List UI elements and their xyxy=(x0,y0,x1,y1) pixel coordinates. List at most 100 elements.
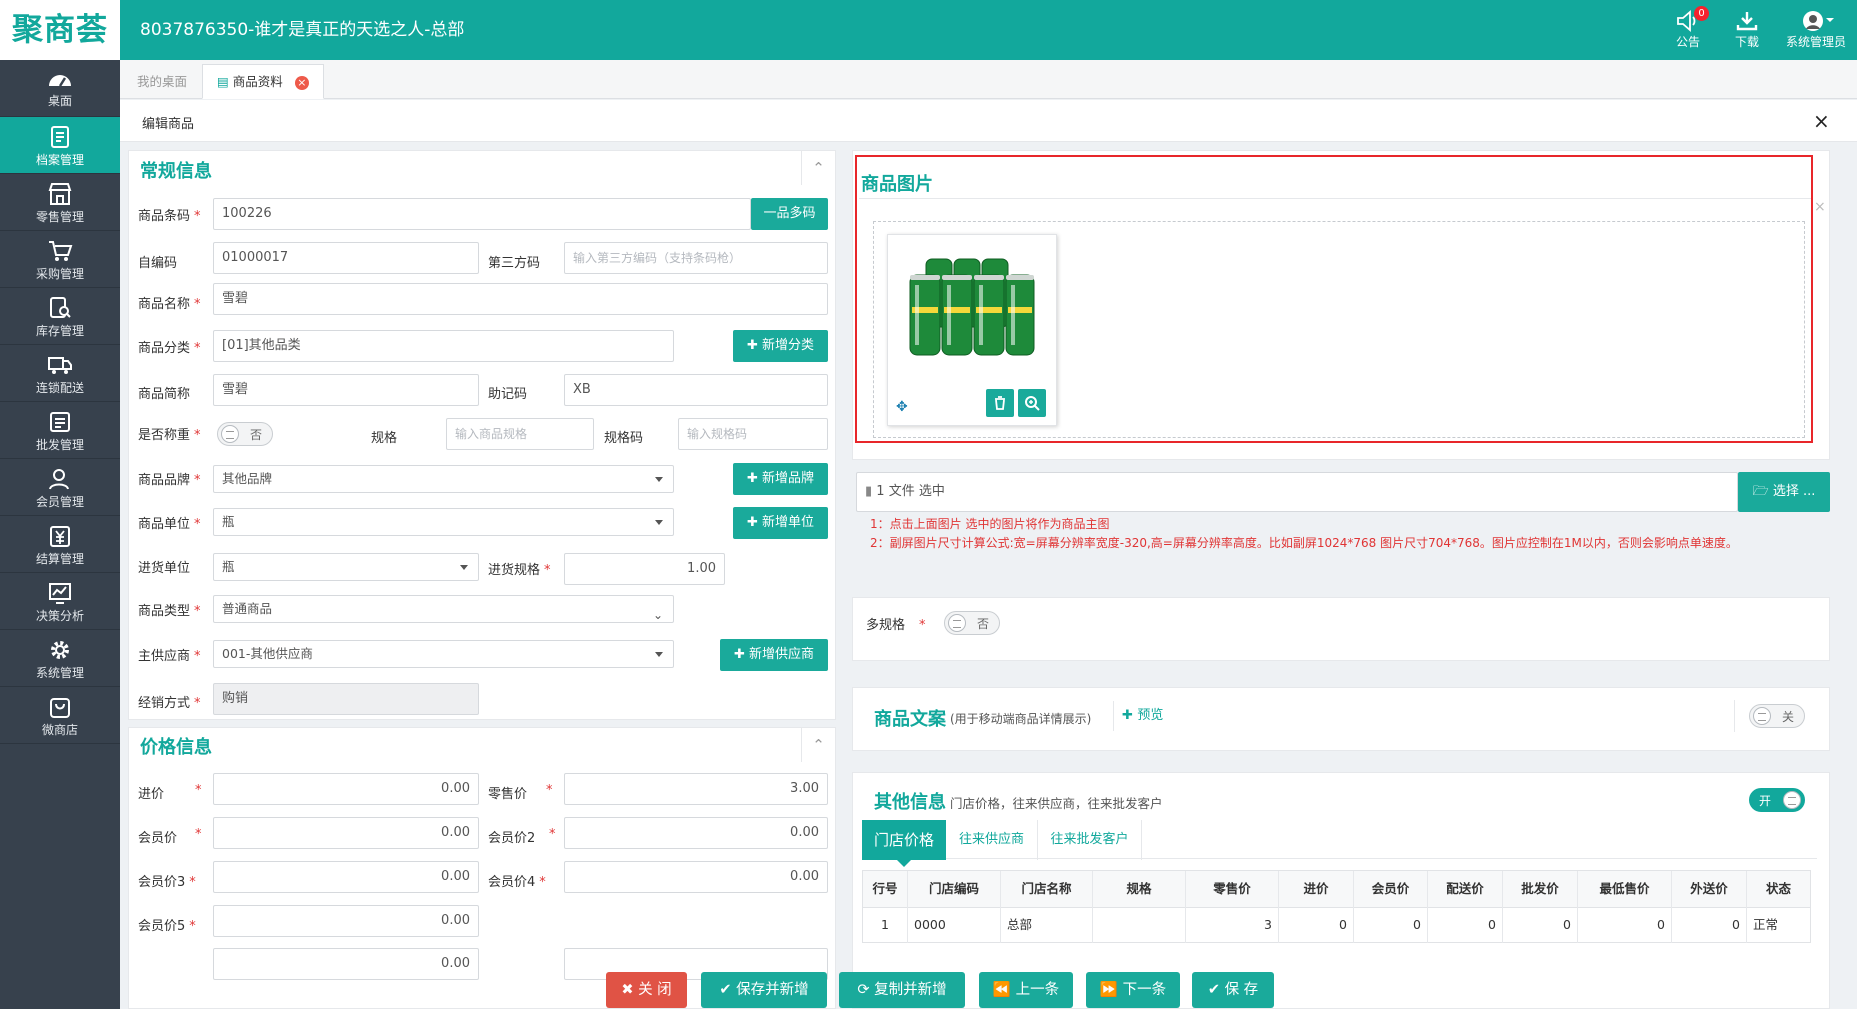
toggle-knob xyxy=(221,425,239,443)
tab-bar xyxy=(120,60,1857,99)
store-price-table: 行号 门店编码 门店名称 规格 零售价 进价 会员价 配送价 批发价 最低售价 … xyxy=(862,870,1811,943)
type-select[interactable]: 普通商品 ⌄ xyxy=(213,595,674,623)
app-title: 8037876350-谁才是真正的天选之人-总部 xyxy=(140,20,465,40)
own-code-input[interactable]: 01000017 xyxy=(213,242,479,274)
supplier-select[interactable]: 001-其他供应商 xyxy=(213,640,674,668)
mnemonic-input[interactable]: XB xyxy=(564,374,828,406)
collapse-price-icon[interactable]: ⌃ xyxy=(801,728,835,762)
required-mark: * xyxy=(195,827,202,842)
sidebar: 桌面 档案管理 零售管理 采购管理 库存管理 连锁配送 批发管理 会员管理 结算… xyxy=(0,60,120,1009)
spec-code-input[interactable]: 输入规格码 xyxy=(678,418,828,450)
copy-and-new-button[interactable]: ⟳ 复制并新增 xyxy=(839,972,965,1008)
category-input[interactable]: [01]其他品类 xyxy=(213,330,674,362)
copy-toggle[interactable]: 关 xyxy=(1749,704,1805,728)
spec-code-label: 规格码 xyxy=(604,431,644,446)
next-button[interactable]: ⏩ 下一条 xyxy=(1086,972,1180,1008)
type-label: 商品类型 * xyxy=(138,604,201,619)
member-price4-input[interactable]: 0.00 xyxy=(564,861,828,893)
sidebar-item-desktop[interactable]: 桌面 xyxy=(0,60,120,117)
next-price-input[interactable]: 0.00 xyxy=(213,948,479,980)
preview-button[interactable]: ✚ 预览 xyxy=(1113,701,1163,731)
sidebar-item-inventory[interactable]: 库存管理 xyxy=(0,288,120,345)
unit-label: 商品单位 * xyxy=(138,517,201,532)
other-info-toggle[interactable]: 开 xyxy=(1749,788,1805,812)
multi-code-button[interactable]: 一品多码 xyxy=(751,198,828,230)
zoom-image-button[interactable] xyxy=(1018,389,1046,417)
add-supplier-button[interactable]: ✚ 新增供应商 xyxy=(720,639,828,671)
column-header: 零售价 xyxy=(1186,871,1279,907)
zoom-icon xyxy=(1025,396,1040,411)
image-thumbnail-card[interactable]: ✥ xyxy=(887,234,1057,426)
tab-suppliers[interactable]: 往来供应商 xyxy=(946,820,1038,860)
inventory-icon xyxy=(50,297,71,318)
delete-image-button[interactable] xyxy=(986,389,1014,417)
plus-icon: ✚ xyxy=(746,338,762,353)
tab-close-icon[interactable]: × xyxy=(294,75,309,90)
sidebar-item-system[interactable]: 系统管理 xyxy=(0,630,120,687)
file-status-field: ▮ 1 文件 选中 xyxy=(856,472,1738,512)
tab-product-info[interactable]: ▤ 商品资料 × xyxy=(202,64,324,99)
unit-select[interactable]: 瓶 xyxy=(213,508,674,536)
table-cell: 0 xyxy=(1578,907,1672,943)
document-icon: ▤ xyxy=(217,74,229,89)
sidebar-item-settlement[interactable]: 结算管理 xyxy=(0,516,120,573)
retail-price-input[interactable]: 3.00 xyxy=(564,773,828,805)
sidebar-item-microshop[interactable]: 微商店 xyxy=(0,687,120,744)
name-input[interactable]: 雪碧 xyxy=(213,283,828,315)
add-unit-button[interactable]: ✚ 新增单位 xyxy=(733,507,828,539)
previous-button[interactable]: ⏪ 上一条 xyxy=(979,972,1073,1008)
brand-select[interactable]: 其他品牌 xyxy=(213,465,674,493)
remove-image-icon[interactable]: × xyxy=(1814,199,1826,215)
dashboard-icon xyxy=(49,75,71,87)
sidebar-item-wholesale[interactable]: 批发管理 xyxy=(0,402,120,459)
purchase-spec-input[interactable]: 1.00 xyxy=(564,553,725,585)
plus-icon: ✚ xyxy=(746,471,762,486)
short-name-label: 商品简称 xyxy=(138,387,191,402)
purchase-price-input[interactable]: 0.00 xyxy=(213,773,479,805)
refresh-icon: ⟳ xyxy=(857,982,875,998)
close-button[interactable]: ✖ 关 闭 xyxy=(606,972,687,1008)
copy-title: 商品文案 xyxy=(874,709,946,730)
multispec-toggle[interactable]: 否 xyxy=(944,611,1000,635)
add-brand-button[interactable]: ✚ 新增品牌 xyxy=(733,463,828,495)
sidebar-item-retail[interactable]: 零售管理 xyxy=(0,174,120,231)
collapse-general-icon[interactable]: ⌃ xyxy=(801,151,835,185)
sidebar-item-distribution[interactable]: 连锁配送 xyxy=(0,345,120,402)
download-button[interactable]: 下载 xyxy=(1719,6,1775,56)
member-price2-input[interactable]: 0.00 xyxy=(564,817,828,849)
member-price5-label: 会员价5 * xyxy=(138,919,196,934)
archive-icon xyxy=(51,126,69,148)
table-cell xyxy=(1093,907,1186,943)
spec-input[interactable]: 输入商品规格 xyxy=(446,418,594,450)
save-and-new-button[interactable]: ✔ 保存并新增 xyxy=(701,972,827,1008)
image-title: 商品图片 xyxy=(861,174,933,195)
weighing-toggle[interactable]: 否 xyxy=(217,422,273,446)
sidebar-item-archive[interactable]: 档案管理 xyxy=(0,117,120,174)
image-note-1: 1：点击上面图片 选中的图片将作为商品主图 xyxy=(870,517,1110,531)
table-cell: 0000 xyxy=(908,907,1001,943)
tab-my-desktop[interactable]: 我的桌面 xyxy=(122,64,202,99)
column-header: 门店编码 xyxy=(908,871,1001,907)
sidebar-item-purchase[interactable]: 采购管理 xyxy=(0,231,120,288)
column-header: 配送价 xyxy=(1428,871,1503,907)
member-price-input[interactable]: 0.00 xyxy=(213,817,479,849)
move-handle-icon[interactable]: ✥ xyxy=(896,399,908,415)
purchase-unit-select[interactable]: 瓶 xyxy=(213,553,479,581)
short-name-input[interactable]: 雪碧 xyxy=(213,374,479,406)
tab-store-price[interactable]: 门店价格 xyxy=(862,820,946,860)
sidebar-item-member[interactable]: 会员管理 xyxy=(0,459,120,516)
add-category-button[interactable]: ✚ 新增分类 xyxy=(733,330,828,362)
select-file-button[interactable]: 🗁 选择 ... xyxy=(1738,472,1830,512)
member-price3-input[interactable]: 0.00 xyxy=(213,861,479,893)
editor-close-icon[interactable]: × xyxy=(1813,109,1830,133)
sidebar-item-analysis[interactable]: 决策分析 xyxy=(0,573,120,630)
user-menu-button[interactable]: 系统管理员 xyxy=(1780,6,1852,56)
download-label: 下载 xyxy=(1734,35,1759,49)
member-price5-input[interactable]: 0.00 xyxy=(213,905,479,937)
third-code-input[interactable]: 输入第三方编码（支持条码枪） xyxy=(564,242,828,274)
barcode-input[interactable]: 100226 xyxy=(213,198,751,230)
save-button[interactable]: ✔ 保 存 xyxy=(1192,972,1274,1008)
check-icon: ✔ xyxy=(719,982,737,998)
retail-price-label: 零售价 xyxy=(488,787,528,802)
tab-wholesale-customers[interactable]: 往来批发客户 xyxy=(1038,820,1142,860)
